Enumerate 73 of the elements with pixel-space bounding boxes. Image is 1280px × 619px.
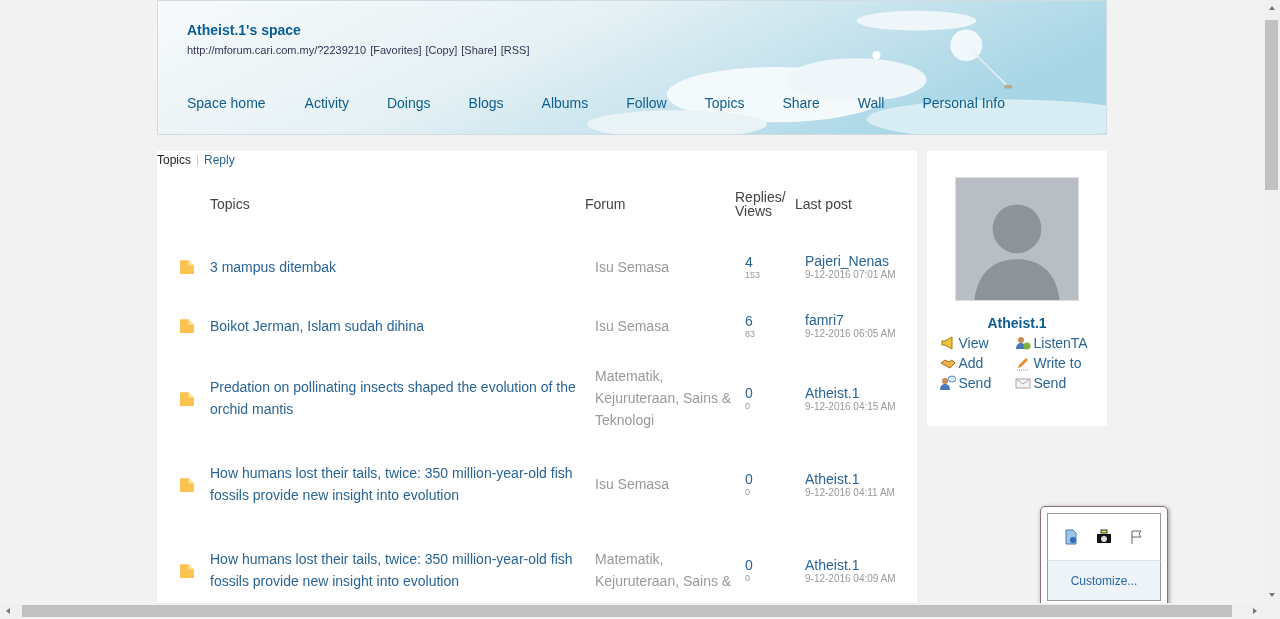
document-icon[interactable] <box>1062 529 1079 545</box>
topic-link[interactable]: Predation on pollinating insects shaped the evolution of the orchid mantis <box>210 376 595 420</box>
folder-icon <box>179 317 196 334</box>
last-post-time: 9-12-2016 04:15 AM <box>805 400 896 412</box>
last-poster-link[interactable]: Pajeri_Nenas <box>805 253 890 269</box>
scroll-up-icon[interactable] <box>1267 4 1276 12</box>
tab[interactable]: Topics <box>157 153 191 167</box>
reply-count: 0 <box>745 471 753 487</box>
last-poster-link[interactable]: Atheist.1 <box>805 556 860 573</box>
header-link[interactable]: [Copy] <box>425 44 458 56</box>
profile-action[interactable]: ListenTA <box>1014 335 1095 351</box>
reply-count: 0 <box>745 385 753 401</box>
column-header: Replies/Views <box>735 190 787 218</box>
view-count: 153 <box>745 269 761 280</box>
space-title[interactable]: Atheist.1's space <box>187 22 301 38</box>
topic-link[interactable]: 3 mampus ditembak <box>210 255 595 278</box>
column-header: Forum <box>585 196 627 212</box>
nav-link[interactable]: Wall <box>857 95 885 111</box>
user-chat-icon <box>939 375 956 391</box>
nav-link[interactable]: Follow <box>626 95 667 111</box>
user-plus-icon <box>1014 335 1031 351</box>
topic-link[interactable]: How humans lost their tails, twice: 350 million-year-old fish fossils provide new insight into evolution <box>210 462 595 506</box>
topic-link[interactable]: Boikot Jerman, Islam sudah dihina <box>210 314 595 337</box>
topic-link[interactable]: How humans lost their tails, twice: 350 million-year-old fish fossils provide new insight into evolution <box>210 548 595 592</box>
reply-count: 4 <box>745 253 753 270</box>
folder-icon <box>179 475 196 493</box>
last-poster-link[interactable]: Atheist.1 <box>805 470 860 487</box>
last-post-time: 9-12-2016 06:05 AM <box>805 328 896 339</box>
profile-action[interactable]: View <box>939 335 1015 351</box>
nav-link[interactable]: Activity <box>304 95 349 111</box>
folder-icon <box>179 561 196 579</box>
last-poster-link[interactable]: famri7 <box>805 312 844 328</box>
scrollbar-thumb[interactable] <box>22 605 1232 617</box>
profile-action[interactable]: Send <box>1014 375 1095 391</box>
nav-link[interactable]: Topics <box>704 95 745 111</box>
header-link[interactable]: [Share] <box>461 44 497 56</box>
column-header: Topics <box>210 196 251 212</box>
camera-icon[interactable] <box>1096 529 1112 545</box>
header-link[interactable]: [Favorites] <box>370 44 422 56</box>
last-post-time: 9-12-2016 07:01 AM <box>805 269 896 280</box>
last-poster-link[interactable]: Atheist.1 <box>805 384 860 401</box>
scroll-right-icon[interactable] <box>1251 607 1259 615</box>
scroll-left-icon[interactable] <box>4 607 12 615</box>
profile-name[interactable]: Atheist.1 <box>987 315 1047 331</box>
view-count: 0 <box>745 401 750 411</box>
view-count: 0 <box>745 487 750 497</box>
space-url: http://mforum.cari.com.my/?2239210 <box>187 44 367 56</box>
nav-link[interactable]: Blogs <box>468 95 504 111</box>
reply-count: 0 <box>745 557 753 573</box>
nav-link[interactable]: Space home <box>187 95 266 111</box>
column-header: Last post <box>795 196 853 212</box>
megaphone-icon <box>939 335 956 351</box>
last-post-time: 9-12-2016 04:11 AM <box>805 486 895 498</box>
last-post-time: 9-12-2016 04:09 AM <box>805 572 896 584</box>
view-count: 0 <box>745 573 750 583</box>
header-link[interactable]: [RSS] <box>500 44 530 56</box>
profile-action[interactable]: Write to <box>1014 355 1095 371</box>
pencil-icon <box>1014 355 1031 371</box>
view-count: 83 <box>745 328 755 339</box>
customize-link[interactable]: Customize... <box>1047 561 1161 601</box>
nav-link[interactable]: Albums <box>541 95 589 111</box>
reply-count: 6 <box>745 312 753 329</box>
nav-link[interactable]: Personal Info <box>922 95 1005 111</box>
folder-icon <box>179 258 196 275</box>
scroll-down-icon[interactable] <box>1267 591 1276 599</box>
tab[interactable]: Reply <box>204 153 235 167</box>
folder-icon <box>179 389 196 407</box>
nav-link[interactable]: Doings <box>386 95 431 111</box>
envelope-icon <box>1014 375 1031 391</box>
scrollbar-thumb[interactable] <box>1265 20 1278 190</box>
profile-action[interactable]: Add <box>939 355 1015 371</box>
profile-action[interactable]: Send <box>939 375 1015 391</box>
nav-link[interactable]: Share <box>782 95 820 111</box>
